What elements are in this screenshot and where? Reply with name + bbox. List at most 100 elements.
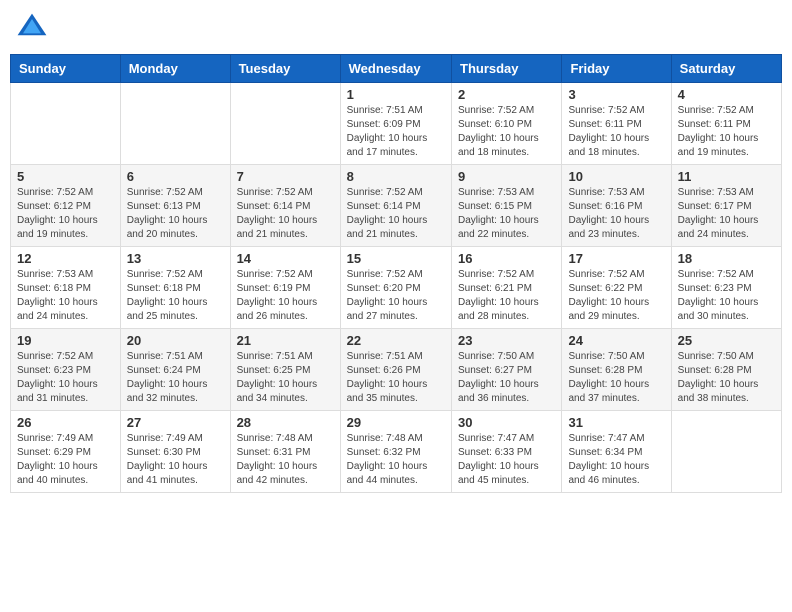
- logo: [14, 10, 54, 46]
- day-number: 22: [347, 333, 445, 348]
- day-number: 19: [17, 333, 114, 348]
- calendar-cell: 2 Sunrise: 7:52 AM Sunset: 6:10 PM Daylig…: [452, 83, 562, 165]
- calendar-cell: 18 Sunrise: 7:52 AM Sunset: 6:23 PM Dayli…: [671, 247, 781, 329]
- calendar-cell: 23 Sunrise: 7:50 AM Sunset: 6:27 PM Dayli…: [452, 329, 562, 411]
- day-number: 27: [127, 415, 224, 430]
- calendar-cell: [120, 83, 230, 165]
- calendar-cell: 16 Sunrise: 7:52 AM Sunset: 6:21 PM Dayli…: [452, 247, 562, 329]
- day-number: 4: [678, 87, 775, 102]
- calendar-cell: 22 Sunrise: 7:51 AM Sunset: 6:26 PM Dayli…: [340, 329, 451, 411]
- day-info: Sunrise: 7:47 AM Sunset: 6:33 PM Dayligh…: [458, 432, 555, 488]
- day-number: 15: [347, 251, 445, 266]
- logo-icon: [14, 10, 50, 46]
- day-info: Sunrise: 7:52 AM Sunset: 6:21 PM Dayligh…: [458, 268, 555, 324]
- day-number: 25: [678, 333, 775, 348]
- day-info: Sunrise: 7:49 AM Sunset: 6:29 PM Dayligh…: [17, 432, 114, 488]
- day-info: Sunrise: 7:50 AM Sunset: 6:27 PM Dayligh…: [458, 350, 555, 406]
- calendar-cell: 8Sunrise: 7:52 AM Sunset: 6:14 PM Daylig…: [340, 165, 451, 247]
- day-number: 3: [568, 87, 664, 102]
- day-number: 1: [347, 87, 445, 102]
- calendar-cell: 20Sunrise: 7:51 AM Sunset: 6:24 PM Dayli…: [120, 329, 230, 411]
- day-info: Sunrise: 7:52 AM Sunset: 6:11 PM Dayligh…: [568, 104, 664, 160]
- day-number: 24: [568, 333, 664, 348]
- calendar-cell: 1 Sunrise: 7:51 AM Sunset: 6:09 PM Daylig…: [340, 83, 451, 165]
- day-info: Sunrise: 7:51 AM Sunset: 6:09 PM Dayligh…: [347, 104, 445, 160]
- day-info: Sunrise: 7:52 AM Sunset: 6:23 PM Dayligh…: [678, 268, 775, 324]
- day-number: 30: [458, 415, 555, 430]
- calendar-cell: 17 Sunrise: 7:52 AM Sunset: 6:22 PM Dayli…: [562, 247, 671, 329]
- day-info: Sunrise: 7:50 AM Sunset: 6:28 PM Dayligh…: [568, 350, 664, 406]
- day-number: 26: [17, 415, 114, 430]
- calendar-cell: [11, 83, 121, 165]
- calendar-cell: 5 Sunrise: 7:52 AM Sunset: 6:12 PM Daylig…: [11, 165, 121, 247]
- day-info: Sunrise: 7:48 AM Sunset: 6:32 PM Dayligh…: [347, 432, 445, 488]
- day-info: Sunrise: 7:52 AM Sunset: 6:19 PM Dayligh…: [237, 268, 334, 324]
- day-info: Sunrise: 7:50 AM Sunset: 6:28 PM Dayligh…: [678, 350, 775, 406]
- day-number: 10: [568, 169, 664, 184]
- calendar-cell: [230, 83, 340, 165]
- calendar-cell: [671, 411, 781, 493]
- weekday-header: Tuesday: [230, 55, 340, 83]
- calendar-cell: 12 Sunrise: 7:53 AM Sunset: 6:18 PM Dayli…: [11, 247, 121, 329]
- day-info: Sunrise: 7:49 AM Sunset: 6:30 PM Dayligh…: [127, 432, 224, 488]
- weekday-header: Friday: [562, 55, 671, 83]
- day-number: 29: [347, 415, 445, 430]
- day-number: 17: [568, 251, 664, 266]
- day-number: 9: [458, 169, 555, 184]
- day-info: Sunrise: 7:52 AM Sunset: 6:11 PM Dayligh…: [678, 104, 775, 160]
- day-number: 16: [458, 251, 555, 266]
- day-number: 21: [237, 333, 334, 348]
- calendar-cell: 19 Sunrise: 7:52 AM Sunset: 6:23 PM Dayli…: [11, 329, 121, 411]
- weekday-header: Thursday: [452, 55, 562, 83]
- day-number: 23: [458, 333, 555, 348]
- day-info: Sunrise: 7:52 AM Sunset: 6:20 PM Dayligh…: [347, 268, 445, 324]
- day-info: Sunrise: 7:51 AM Sunset: 6:24 PM Dayligh…: [127, 350, 224, 406]
- calendar-cell: 7 Sunrise: 7:52 AM Sunset: 6:14 PM Daylig…: [230, 165, 340, 247]
- calendar-cell: 25 Sunrise: 7:50 AM Sunset: 6:28 PM Dayli…: [671, 329, 781, 411]
- day-number: 13: [127, 251, 224, 266]
- calendar-cell: 3 Sunrise: 7:52 AM Sunset: 6:11 PM Daylig…: [562, 83, 671, 165]
- calendar-cell: 9Sunrise: 7:53 AM Sunset: 6:15 PM Daylig…: [452, 165, 562, 247]
- calendar-cell: 4 Sunrise: 7:52 AM Sunset: 6:11 PM Daylig…: [671, 83, 781, 165]
- day-number: 11: [678, 169, 775, 184]
- day-number: 31: [568, 415, 664, 430]
- day-info: Sunrise: 7:51 AM Sunset: 6:26 PM Dayligh…: [347, 350, 445, 406]
- day-info: Sunrise: 7:53 AM Sunset: 6:17 PM Dayligh…: [678, 186, 775, 242]
- calendar-cell: 11 Sunrise: 7:53 AM Sunset: 6:17 PM Dayli…: [671, 165, 781, 247]
- day-info: Sunrise: 7:52 AM Sunset: 6:18 PM Dayligh…: [127, 268, 224, 324]
- calendar-cell: 6Sunrise: 7:52 AM Sunset: 6:13 PM Daylig…: [120, 165, 230, 247]
- day-info: Sunrise: 7:52 AM Sunset: 6:14 PM Dayligh…: [347, 186, 445, 242]
- day-info: Sunrise: 7:52 AM Sunset: 6:13 PM Dayligh…: [127, 186, 224, 242]
- calendar-cell: 31 Sunrise: 7:47 AM Sunset: 6:34 PM Dayli…: [562, 411, 671, 493]
- day-number: 7: [237, 169, 334, 184]
- day-info: Sunrise: 7:51 AM Sunset: 6:25 PM Dayligh…: [237, 350, 334, 406]
- weekday-header: Monday: [120, 55, 230, 83]
- calendar-cell: 28Sunrise: 7:48 AM Sunset: 6:31 PM Dayli…: [230, 411, 340, 493]
- day-number: 12: [17, 251, 114, 266]
- calendar-header-row: SundayMondayTuesdayWednesdayThursdayFrid…: [11, 55, 782, 83]
- calendar-cell: 13 Sunrise: 7:52 AM Sunset: 6:18 PM Dayli…: [120, 247, 230, 329]
- day-info: Sunrise: 7:52 AM Sunset: 6:23 PM Dayligh…: [17, 350, 114, 406]
- weekday-header: Sunday: [11, 55, 121, 83]
- day-info: Sunrise: 7:47 AM Sunset: 6:34 PM Dayligh…: [568, 432, 664, 488]
- day-number: 5: [17, 169, 114, 184]
- calendar-table: SundayMondayTuesdayWednesdayThursdayFrid…: [10, 54, 782, 493]
- day-info: Sunrise: 7:52 AM Sunset: 6:14 PM Dayligh…: [237, 186, 334, 242]
- day-info: Sunrise: 7:52 AM Sunset: 6:10 PM Dayligh…: [458, 104, 555, 160]
- day-info: Sunrise: 7:52 AM Sunset: 6:12 PM Dayligh…: [17, 186, 114, 242]
- weekday-header: Wednesday: [340, 55, 451, 83]
- calendar-week-row: 26 Sunrise: 7:49 AM Sunset: 6:29 PM Dayli…: [11, 411, 782, 493]
- calendar-week-row: 5 Sunrise: 7:52 AM Sunset: 6:12 PM Daylig…: [11, 165, 782, 247]
- day-info: Sunrise: 7:53 AM Sunset: 6:18 PM Dayligh…: [17, 268, 114, 324]
- day-number: 18: [678, 251, 775, 266]
- page-header: [10, 10, 782, 46]
- day-number: 2: [458, 87, 555, 102]
- calendar-cell: 27 Sunrise: 7:49 AM Sunset: 6:30 PM Dayli…: [120, 411, 230, 493]
- day-info: Sunrise: 7:52 AM Sunset: 6:22 PM Dayligh…: [568, 268, 664, 324]
- day-info: Sunrise: 7:53 AM Sunset: 6:16 PM Dayligh…: [568, 186, 664, 242]
- day-info: Sunrise: 7:48 AM Sunset: 6:31 PM Dayligh…: [237, 432, 334, 488]
- calendar-week-row: 12 Sunrise: 7:53 AM Sunset: 6:18 PM Dayli…: [11, 247, 782, 329]
- calendar-cell: 29 Sunrise: 7:48 AM Sunset: 6:32 PM Dayli…: [340, 411, 451, 493]
- calendar-cell: 26 Sunrise: 7:49 AM Sunset: 6:29 PM Dayli…: [11, 411, 121, 493]
- calendar-cell: 10 Sunrise: 7:53 AM Sunset: 6:16 PM Dayli…: [562, 165, 671, 247]
